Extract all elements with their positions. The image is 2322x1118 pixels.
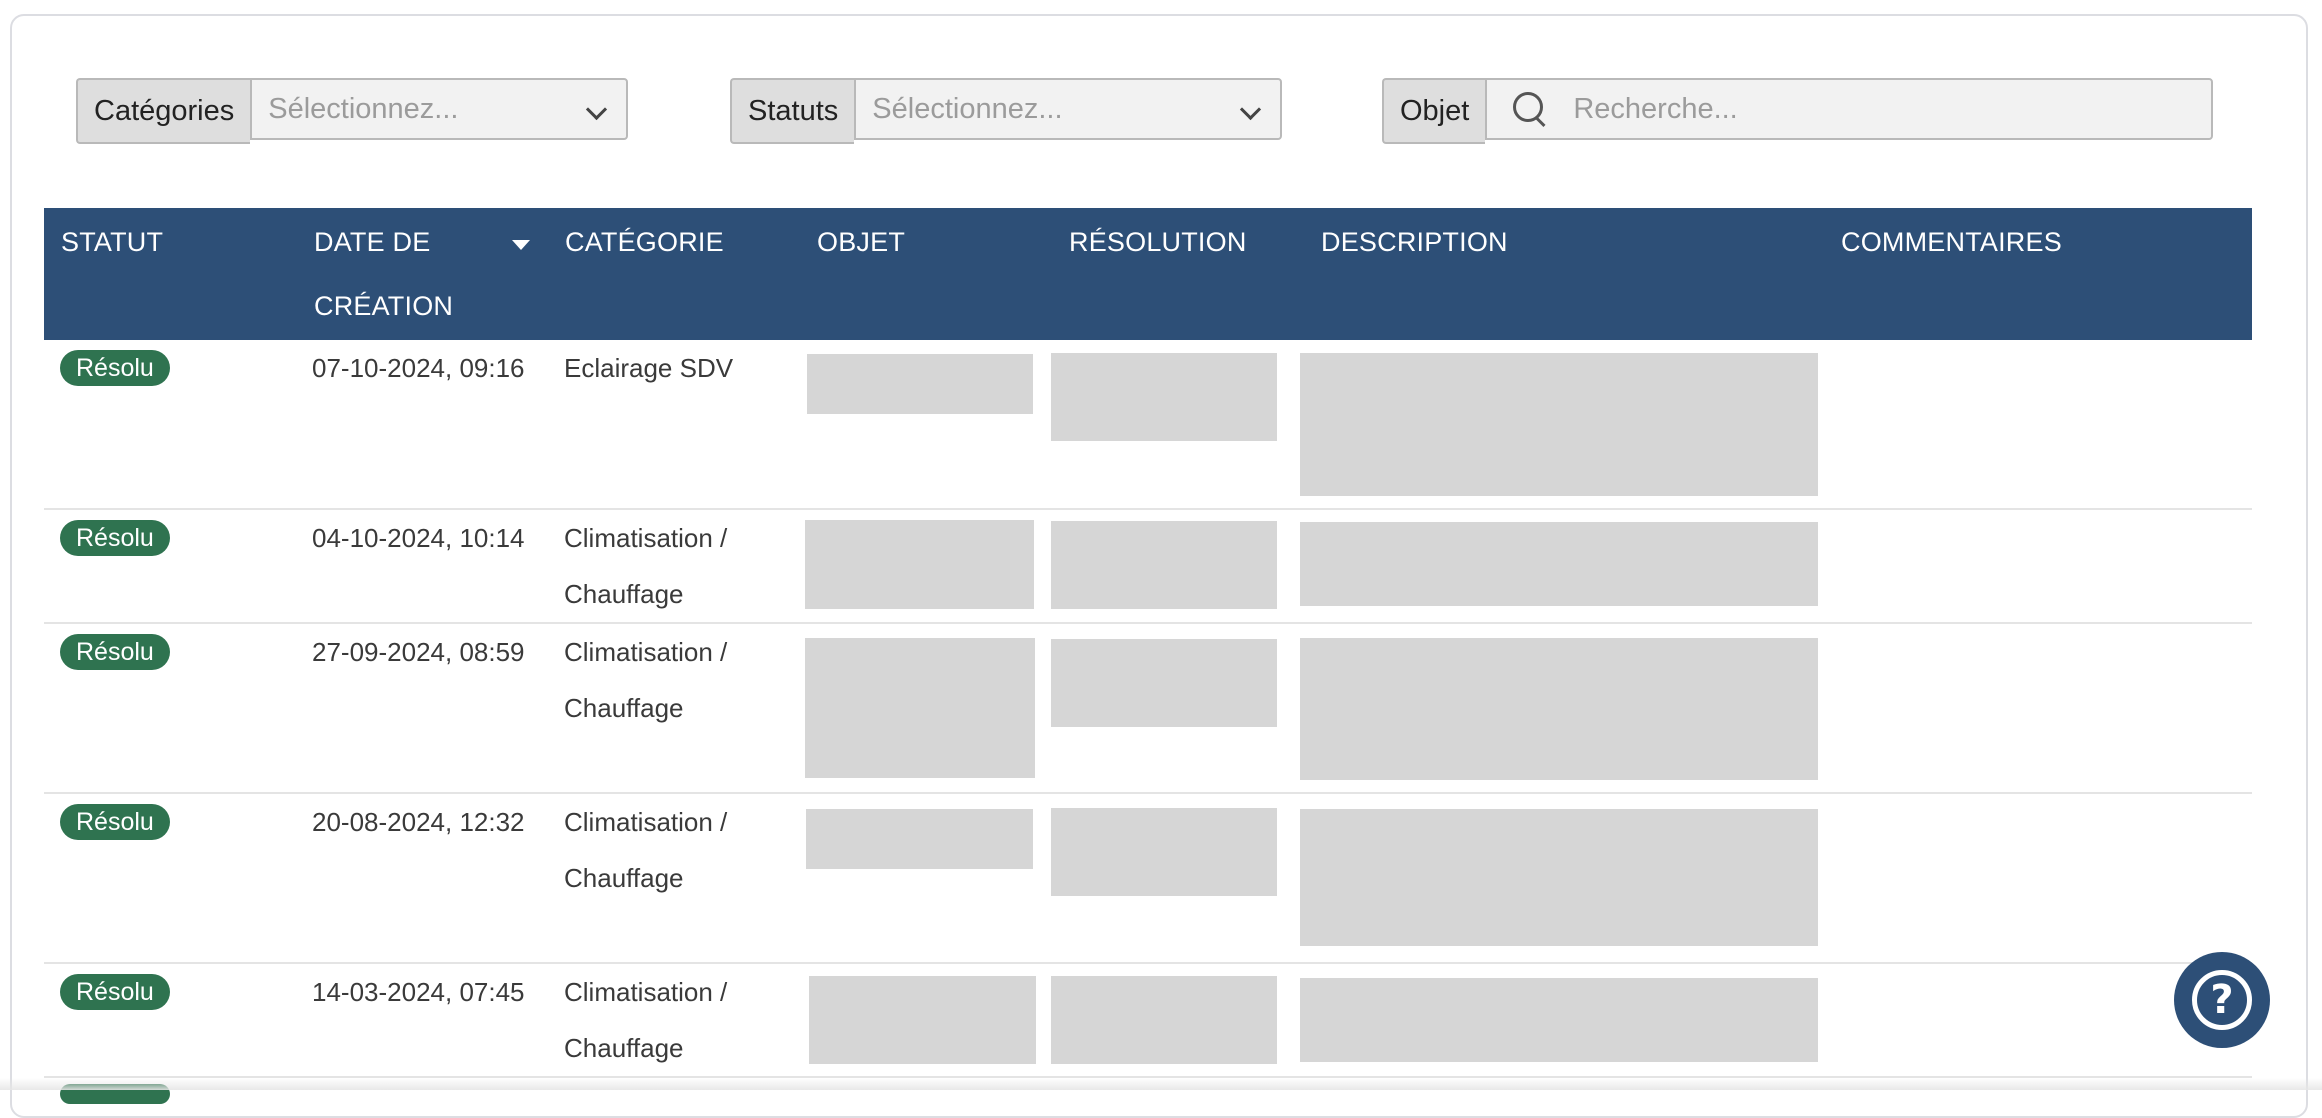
category-cell-line1: Climatisation / [564, 523, 728, 553]
resolution-redacted-block [1051, 521, 1277, 609]
object-filter-label: Objet [1382, 78, 1486, 144]
resolution-redacted-block [1051, 639, 1277, 727]
object-redacted-block [806, 809, 1033, 869]
object-search-input[interactable] [1571, 91, 2176, 127]
category-cell-line2: Chauffage [564, 863, 684, 893]
table-row[interactable]: Résolu 07-10-2024, 09:16 Eclairage SDV [44, 340, 2252, 510]
sort-desc-icon[interactable] [512, 240, 530, 250]
category-cell-line1: Climatisation / [564, 637, 728, 667]
search-icon [1513, 92, 1547, 128]
object-redacted-block [805, 638, 1035, 778]
header-description[interactable]: DESCRIPTION [1321, 210, 1508, 274]
category-cell-line1: Climatisation / [564, 807, 728, 837]
status-badge: Résolu [60, 520, 170, 556]
chevron-down-icon [1240, 98, 1262, 121]
category-cell-line2: Chauffage [564, 693, 684, 723]
header-status[interactable]: STATUT [61, 210, 163, 274]
statuses-select[interactable]: Sélectionnez... [854, 78, 1283, 140]
object-redacted-block [807, 354, 1033, 414]
description-redacted-block [1300, 353, 1818, 496]
object-redacted-block [809, 976, 1036, 1064]
table-row[interactable]: Résolu 20-08-2024, 12:32 Climatisation /… [44, 794, 2252, 964]
resolution-redacted-block [1051, 976, 1277, 1064]
description-redacted-block [1300, 638, 1818, 780]
status-badge: Résolu [60, 804, 170, 840]
statuses-filter: Statuts Sélectionnez... [730, 78, 1283, 144]
category-cell-line1: Eclairage SDV [564, 353, 734, 383]
object-redacted-block [805, 520, 1034, 609]
status-badge: Résolu [60, 974, 170, 1010]
date-cell: 04-10-2024, 10:14 [312, 523, 525, 553]
status-badge: Résolu [60, 634, 170, 670]
description-redacted-block [1300, 522, 1818, 606]
categories-filter-label: Catégories [76, 78, 251, 144]
date-cell: 07-10-2024, 09:16 [312, 353, 525, 383]
statuses-filter-label: Statuts [730, 78, 855, 144]
chevron-down-icon [586, 98, 608, 121]
scroll-fade [0, 1078, 2322, 1090]
header-date-line1[interactable]: DATE DE [314, 210, 430, 274]
category-cell-line2: Chauffage [564, 1033, 684, 1063]
categories-filter: Catégories Sélectionnez... [76, 78, 629, 144]
table-row[interactable]: Résolu 14-03-2024, 07:45 Climatisation /… [44, 964, 2252, 1078]
categories-select-placeholder: Sélectionnez... [268, 92, 459, 125]
help-icon: ? [2192, 970, 2252, 1030]
date-cell: 14-03-2024, 07:45 [312, 977, 525, 1007]
object-search-box[interactable] [1485, 78, 2214, 140]
resolution-redacted-block [1051, 808, 1277, 896]
status-badge: Résolu [60, 350, 170, 386]
header-object[interactable]: OBJET [817, 210, 905, 274]
header-date-line2[interactable]: CRÉATION [314, 274, 453, 338]
description-redacted-block [1300, 809, 1818, 946]
statuses-select-placeholder: Sélectionnez... [872, 92, 1063, 125]
table-row[interactable]: Résolu 27-09-2024, 08:59 Climatisation /… [44, 624, 2252, 794]
header-comments[interactable]: COMMENTAIRES [1841, 210, 2062, 274]
date-cell: 27-09-2024, 08:59 [312, 637, 525, 667]
categories-select[interactable]: Sélectionnez... [250, 78, 629, 140]
table-row[interactable]: Résolu 04-10-2024, 10:14 Climatisation /… [44, 510, 2252, 624]
header-resolution[interactable]: RÉSOLUTION [1069, 210, 1247, 274]
resolution-redacted-block [1051, 353, 1277, 441]
table-header: STATUT DATE DE CRÉATION CATÉGORIE OBJET … [44, 208, 2252, 340]
help-button[interactable]: ? [2174, 952, 2270, 1048]
header-category[interactable]: CATÉGORIE [565, 210, 724, 274]
object-filter: Objet [1382, 78, 2214, 144]
category-cell-line2: Chauffage [564, 579, 684, 609]
category-cell-line1: Climatisation / [564, 977, 728, 1007]
date-cell: 20-08-2024, 12:32 [312, 807, 525, 837]
description-redacted-block [1300, 978, 1818, 1062]
